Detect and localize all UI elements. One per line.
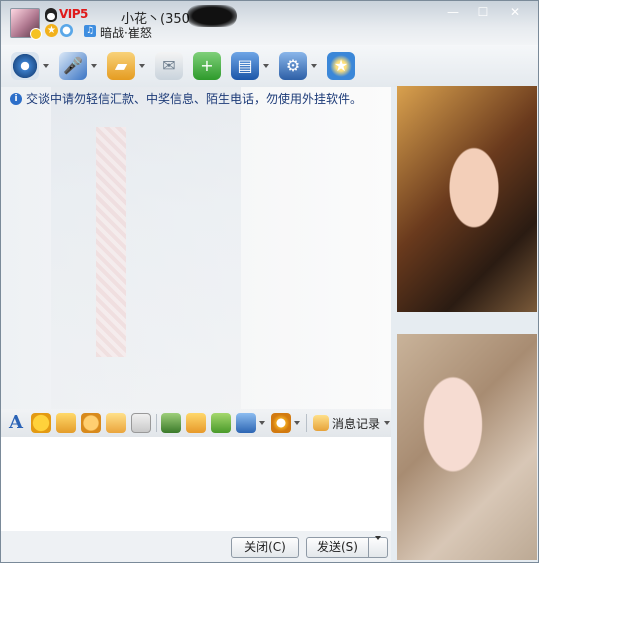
chevron-down-icon[interactable] bbox=[294, 421, 300, 425]
chevron-down-icon bbox=[375, 536, 381, 554]
contact-show-photo[interactable] bbox=[397, 86, 537, 312]
image-icon[interactable] bbox=[161, 413, 181, 433]
chevron-down-icon[interactable] bbox=[139, 64, 145, 68]
screenshot-icon[interactable] bbox=[236, 413, 256, 433]
video-call-button[interactable] bbox=[11, 52, 49, 80]
format-toolbar: A 消息记录 bbox=[1, 409, 391, 437]
add-contact-icon: + bbox=[193, 52, 221, 80]
message-history-label: 消息记录 bbox=[332, 416, 381, 431]
music-share-icon[interactable] bbox=[186, 413, 206, 433]
background-image-detail bbox=[96, 127, 126, 357]
chevron-down-icon[interactable] bbox=[384, 421, 391, 425]
applications-button[interactable]: ▤ bbox=[231, 52, 269, 80]
send-button[interactable]: 发送(S) bbox=[306, 537, 369, 558]
close-window-button[interactable]: ✕ bbox=[498, 4, 532, 20]
info-icon: i bbox=[10, 92, 22, 105]
window-shake-icon[interactable] bbox=[81, 413, 101, 433]
close-button[interactable]: 关闭(C) bbox=[231, 537, 299, 558]
window-controls: — ☐ ✕ bbox=[438, 4, 532, 20]
chat-history[interactable]: i 交谈中请勿轻信汇款、中奖信息、陌生电话，勿使用外挂软件。 bbox=[1, 87, 391, 409]
qq-penguin-icon bbox=[45, 8, 57, 22]
minimize-button[interactable]: — bbox=[438, 4, 468, 20]
camera-icon bbox=[11, 52, 39, 80]
settings-button[interactable]: ⚙ bbox=[279, 52, 317, 80]
magic-emoticon-icon[interactable] bbox=[56, 413, 76, 433]
font-button[interactable]: A bbox=[6, 413, 26, 433]
qzone-status-icon[interactable]: ● bbox=[60, 24, 73, 37]
applications-icon: ▤ bbox=[231, 52, 259, 80]
contact-signature: 暗战·崔怒 bbox=[100, 26, 152, 40]
music-icon[interactable]: ♫ bbox=[84, 25, 96, 37]
emoticon-icon[interactable] bbox=[31, 413, 51, 433]
status-icons: ★ ● bbox=[45, 24, 73, 37]
folder-transfer-icon: ▰ bbox=[107, 52, 135, 80]
action-bar: 关闭(C) 发送(S) bbox=[1, 531, 391, 562]
security-notice-text: 交谈中请勿轻信汇款、中奖信息、陌生电话，勿使用外挂软件。 bbox=[26, 92, 363, 106]
message-input[interactable] bbox=[1, 437, 391, 531]
message-icon: ✉ bbox=[155, 52, 183, 80]
file-transfer-button[interactable]: ▰ bbox=[107, 52, 145, 80]
main-toolbar: 🎤 ▰ ✉ + ▤ ⚙ ★ bbox=[1, 45, 538, 87]
maximize-button[interactable]: ☐ bbox=[468, 4, 498, 20]
chevron-down-icon[interactable] bbox=[259, 421, 265, 425]
message-history-button[interactable]: 消息记录 bbox=[313, 415, 391, 432]
redaction-mask bbox=[187, 5, 237, 27]
send-options-button[interactable] bbox=[368, 536, 388, 558]
add-contact-button[interactable]: + bbox=[193, 52, 221, 80]
security-notice: i 交谈中请勿轻信汇款、中奖信息、陌生电话，勿使用外挂软件。 bbox=[10, 90, 362, 107]
message-history-icon bbox=[313, 415, 329, 431]
title-bar[interactable]: VIP5 小花丶(350 ★ ● ♫ 暗战·崔怒 — ☐ ✕ bbox=[1, 1, 538, 45]
chevron-down-icon[interactable] bbox=[311, 64, 317, 68]
status-badge bbox=[30, 28, 42, 40]
chevron-down-icon[interactable] bbox=[43, 64, 49, 68]
settings-icon: ⚙ bbox=[279, 52, 307, 80]
contact-avatar[interactable] bbox=[10, 8, 42, 40]
vip-badge: VIP5 bbox=[59, 7, 88, 21]
star-icon[interactable]: ★ bbox=[45, 24, 58, 37]
handwriting-icon[interactable] bbox=[131, 413, 151, 433]
send-mail-button[interactable]: ✉ bbox=[155, 52, 183, 80]
qzone-button[interactable]: ★ bbox=[327, 52, 355, 80]
hand-wave-icon[interactable] bbox=[106, 413, 126, 433]
payment-icon[interactable] bbox=[271, 413, 291, 433]
chevron-down-icon[interactable] bbox=[263, 64, 269, 68]
voice-call-button[interactable]: 🎤 bbox=[59, 52, 97, 80]
chevron-down-icon[interactable] bbox=[91, 64, 97, 68]
gift-icon[interactable] bbox=[211, 413, 231, 433]
qzone-icon: ★ bbox=[327, 52, 355, 80]
microphone-icon: 🎤 bbox=[59, 52, 87, 80]
toolbar-divider bbox=[156, 414, 157, 432]
toolbar-divider bbox=[306, 414, 307, 432]
background-image bbox=[51, 87, 241, 409]
my-show-photo[interactable] bbox=[397, 334, 537, 560]
